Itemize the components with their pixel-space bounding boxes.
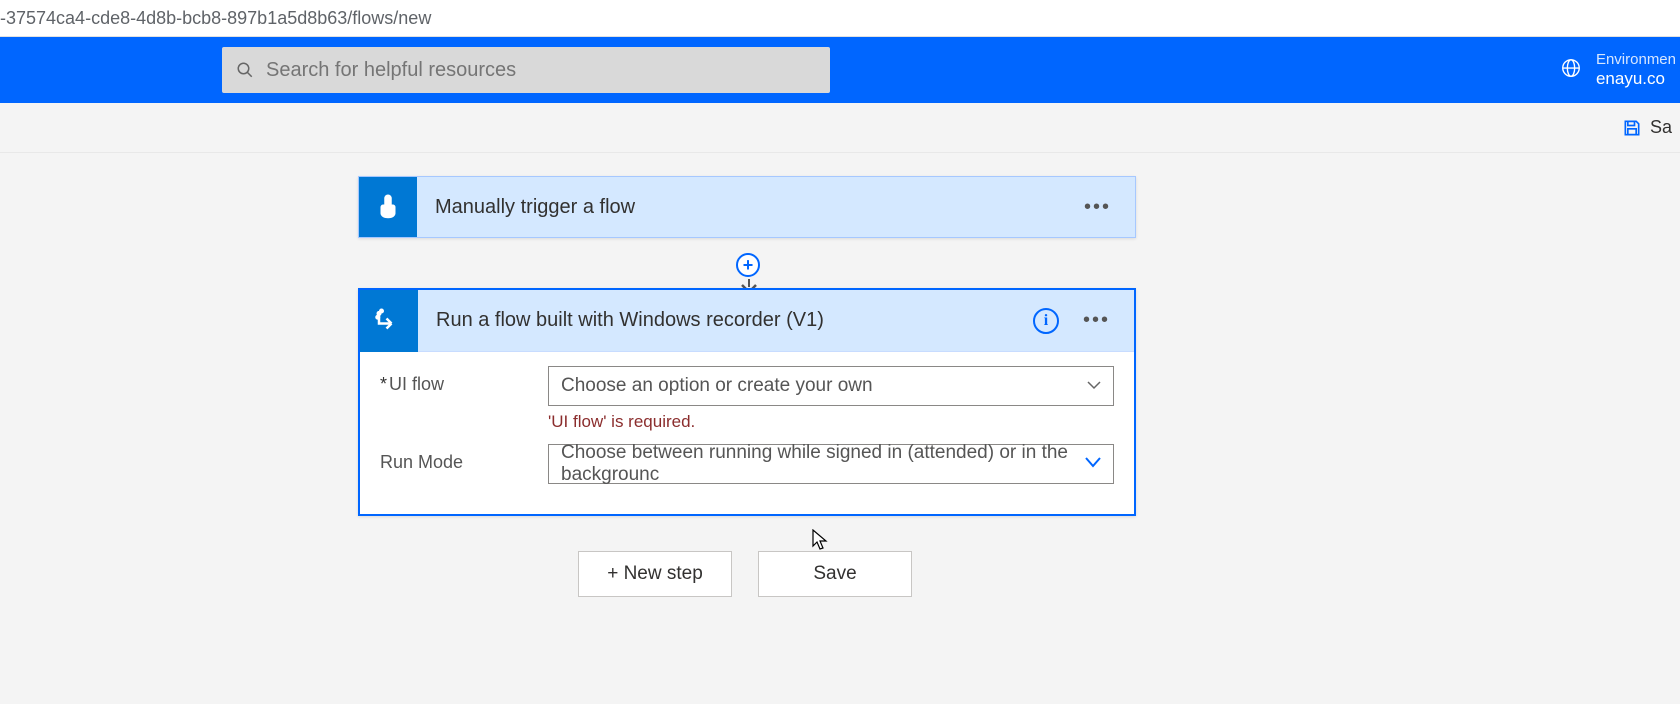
ui-flow-label: UI flow — [380, 366, 548, 395]
search-icon — [236, 61, 254, 79]
flow-toolbar: Sa — [0, 103, 1680, 153]
environment-name: enayu.co — [1596, 69, 1676, 89]
flow-canvas: Manually trigger a flow ••• + Run a — [0, 153, 1680, 704]
action-more-icon[interactable]: ••• — [1077, 305, 1116, 336]
insert-step-button[interactable]: + — [736, 253, 760, 277]
trigger-title: Manually trigger a flow — [435, 196, 635, 219]
ui-flow-placeholder: Choose an option or create your own — [561, 375, 873, 397]
search-box[interactable] — [222, 47, 830, 93]
ui-flow-dropdown[interactable]: Choose an option or create your own — [548, 366, 1114, 406]
chevron-down-icon — [1087, 377, 1101, 395]
url-text: -37574ca4-cde8-4d8b-bcb8-897b1a5d8b63/fl… — [0, 8, 431, 29]
toolbar-save-button[interactable]: Sa — [1622, 117, 1672, 138]
action-title: Run a flow built with Windows recorder (… — [436, 309, 824, 332]
environment-icon — [1560, 57, 1582, 84]
ui-flow-validation: 'UI flow' is required. — [548, 412, 1114, 432]
app-header: Environmen enayu.co — [0, 37, 1680, 103]
browser-url-bar[interactable]: -37574ca4-cde8-4d8b-bcb8-897b1a5d8b63/fl… — [0, 0, 1680, 37]
chevron-down-icon — [1085, 455, 1101, 473]
action-card[interactable]: Run a flow built with Windows recorder (… — [358, 288, 1136, 516]
action-icon — [360, 290, 418, 352]
trigger-icon — [359, 177, 417, 237]
run-mode-placeholder: Choose between running while signed in (… — [561, 442, 1085, 486]
info-icon[interactable]: i — [1033, 308, 1059, 334]
run-mode-label: Run Mode — [380, 444, 548, 473]
toolbar-save-label: Sa — [1650, 117, 1672, 138]
run-mode-dropdown[interactable]: Choose between running while signed in (… — [548, 444, 1114, 484]
save-button[interactable]: Save — [758, 551, 912, 597]
action-form: UI flow Choose an option or create your … — [360, 352, 1134, 514]
new-step-button[interactable]: + New step — [578, 551, 732, 597]
environment-label: Environmen — [1596, 51, 1676, 69]
save-icon — [1622, 118, 1642, 138]
trigger-more-icon[interactable]: ••• — [1078, 192, 1117, 223]
environment-picker[interactable]: Environmen enayu.co — [1560, 37, 1680, 103]
trigger-card[interactable]: Manually trigger a flow ••• — [358, 176, 1136, 238]
search-input[interactable] — [266, 59, 816, 82]
